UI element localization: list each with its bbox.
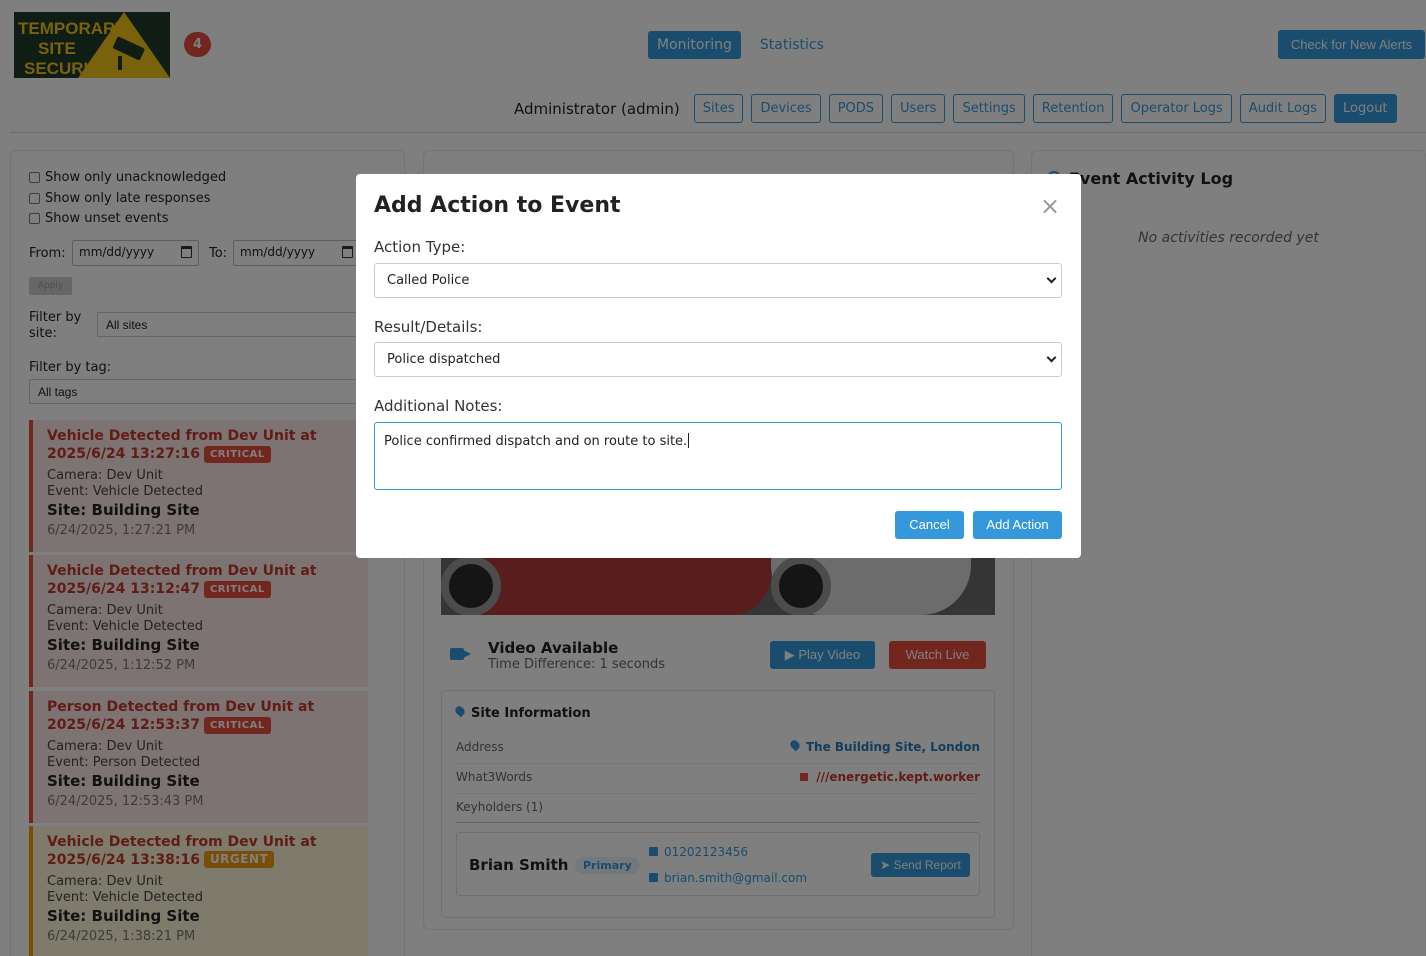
- result-value: Police dispatched: [387, 352, 501, 367]
- chevron-down-icon: [1046, 352, 1057, 363]
- action-type-value: Called Police: [387, 273, 470, 288]
- action-type-select[interactable]: Called Police: [374, 263, 1062, 298]
- text-caret: [688, 433, 690, 448]
- notes-textarea[interactable]: Police confirmed dispatch and on route t…: [374, 422, 1062, 490]
- close-icon[interactable]: ×: [1040, 194, 1060, 218]
- result-label: Result/Details:: [374, 318, 483, 336]
- modal-title: Add Action to Event: [374, 193, 621, 218]
- add-action-button[interactable]: Add Action: [973, 511, 1062, 539]
- result-select[interactable]: Police dispatched: [374, 342, 1062, 377]
- cancel-button[interactable]: Cancel: [895, 511, 964, 539]
- action-type-label: Action Type:: [374, 238, 466, 256]
- notes-label: Additional Notes:: [374, 397, 503, 415]
- add-action-modal: Add Action to Event × Action Type: Calle…: [356, 174, 1081, 558]
- chevron-down-icon: [1046, 273, 1057, 284]
- notes-value: Police confirmed dispatch and on route t…: [384, 434, 688, 449]
